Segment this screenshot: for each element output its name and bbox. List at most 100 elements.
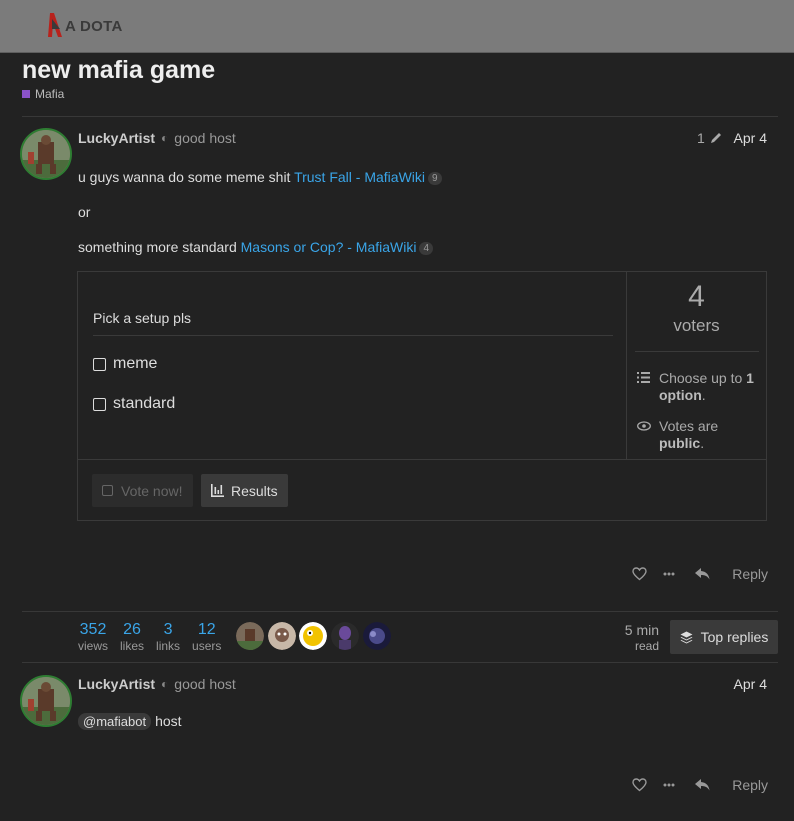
poll-info: 4 voters Choose up to 1 option. Votes ar… <box>627 272 766 459</box>
paragraph-text: host <box>155 713 182 729</box>
poll-option-label: meme <box>113 355 158 372</box>
post-paragraph: or <box>78 204 91 220</box>
post-paragraph: u guys wanna do some meme shit Trust Fal… <box>78 169 442 185</box>
results-button[interactable]: Results <box>201 474 288 507</box>
links-count: 3 <box>163 621 173 638</box>
divider <box>635 351 759 352</box>
username[interactable]: LuckyArtist <box>78 676 155 692</box>
visibility-text: Votes are public. <box>659 418 719 451</box>
avatar-image <box>22 677 70 725</box>
heart-icon <box>632 567 647 581</box>
like-button[interactable] <box>632 567 647 581</box>
eye-icon <box>637 418 659 452</box>
edit-history-button[interactable]: 1 <box>697 130 723 146</box>
voters-label: voters <box>673 316 720 335</box>
post-actions: Reply <box>616 566 768 582</box>
user-title: good host <box>174 130 236 146</box>
poll-option-label: standard <box>113 395 176 412</box>
participant-avatar[interactable] <box>299 622 327 650</box>
reply-icon <box>695 568 710 580</box>
reply-label: Reply <box>732 777 768 793</box>
links-label: links <box>156 639 181 653</box>
participant-avatar[interactable] <box>363 622 391 650</box>
checkbox-icon <box>93 397 106 411</box>
more-button[interactable] <box>663 572 675 576</box>
poll-options-area: Pick a setup pls meme standard <box>78 272 627 459</box>
poll-visibility-info: Votes are public. <box>637 418 718 452</box>
participant-avatar[interactable] <box>236 622 264 650</box>
likes-stat[interactable]: 26 likes <box>120 621 144 653</box>
users-label: users <box>192 639 222 653</box>
post-meta: LuckyArtist ◐ good host <box>78 676 236 692</box>
like-button[interactable] <box>632 778 647 792</box>
paragraph-text: something more standard <box>78 239 241 255</box>
post-meta: LuckyArtist ◐ good host <box>78 130 236 146</box>
likes-label: likes <box>120 639 145 653</box>
choose-text: Choose up to 1 option. <box>659 370 754 403</box>
post-paragraph: @mafiabot host <box>78 713 182 730</box>
reply-button[interactable]: Reply <box>695 777 768 793</box>
topic-stats: 352 views 26 likes 3 links 12 users <box>78 621 233 653</box>
user-title: good host <box>174 676 236 692</box>
category-color-square <box>22 90 30 98</box>
site-header: A DOTA <box>0 0 794 53</box>
views-stat: 352 views <box>78 621 108 653</box>
poll-option-standard[interactable]: standard <box>93 395 175 413</box>
poll: Pick a setup pls meme standard 4 voters … <box>77 271 767 521</box>
vote-button[interactable]: Vote now! <box>92 474 193 507</box>
poll-footer: Vote now! Results <box>78 459 766 520</box>
shield-icon: ◐ <box>161 677 169 691</box>
checkbox-icon <box>93 357 106 371</box>
logo-text: A DOTA <box>65 17 123 35</box>
paragraph-text: u guys wanna do some meme shit <box>78 169 295 185</box>
category-label: Mafia <box>35 87 65 101</box>
checkbox-icon <box>102 485 113 496</box>
heart-icon <box>632 778 647 792</box>
reply-button[interactable]: Reply <box>695 566 768 582</box>
category-badge[interactable]: Mafia <box>22 87 64 101</box>
participant-avatar[interactable] <box>331 622 359 650</box>
avatar-image <box>22 130 70 178</box>
participant-avatar[interactable] <box>268 622 296 650</box>
links-stat[interactable]: 3 links <box>156 621 180 653</box>
post-actions: Reply <box>616 777 768 793</box>
link-click-count: 4 <box>419 242 434 255</box>
poll-title: Pick a setup pls <box>93 310 192 326</box>
post-paragraph: something more standard Masons or Cop? -… <box>78 239 434 255</box>
reply-icon <box>695 779 710 791</box>
edit-count: 1 <box>697 130 705 146</box>
read-time-label: read <box>634 639 659 653</box>
topic-title[interactable]: new mafia game <box>22 56 215 85</box>
post-date[interactable]: Apr 4 <box>734 676 767 692</box>
wiki-link[interactable]: Trust Fall - MafiaWiki <box>294 169 425 185</box>
divider <box>22 611 778 612</box>
ellipsis-icon <box>663 572 675 576</box>
views-label: views <box>78 639 109 653</box>
avatar[interactable] <box>20 128 72 180</box>
read-time-value: 5 min <box>624 622 659 638</box>
logo-icon <box>48 13 62 37</box>
results-button-label: Results <box>231 482 278 499</box>
read-time: 5 min read <box>625 622 659 654</box>
wiki-link[interactable]: Masons or Cop? - MafiaWiki <box>241 239 417 255</box>
top-replies-button[interactable]: Top replies <box>670 620 778 654</box>
reply-label: Reply <box>732 566 768 582</box>
username[interactable]: LuckyArtist <box>78 130 155 146</box>
views-count: 352 <box>79 621 107 638</box>
post-date[interactable]: Apr 4 <box>734 130 767 146</box>
ellipsis-icon <box>663 783 675 787</box>
poll-option-meme[interactable]: meme <box>93 355 157 373</box>
poll-choose-info: Choose up to 1 option. <box>637 370 766 404</box>
divider <box>22 662 778 663</box>
pencil-icon <box>710 133 721 143</box>
user-mention[interactable]: @mafiabot <box>78 713 152 730</box>
top-replies-label: Top replies <box>700 629 769 645</box>
shield-icon: ◐ <box>161 131 169 145</box>
layers-icon <box>680 631 693 643</box>
likes-count: 26 <box>123 621 141 638</box>
avatar[interactable] <box>20 675 72 727</box>
list-icon <box>637 370 659 404</box>
users-stat[interactable]: 12 users <box>192 621 221 653</box>
site-logo[interactable]: A DOTA <box>48 12 123 40</box>
more-button[interactable] <box>663 783 675 787</box>
